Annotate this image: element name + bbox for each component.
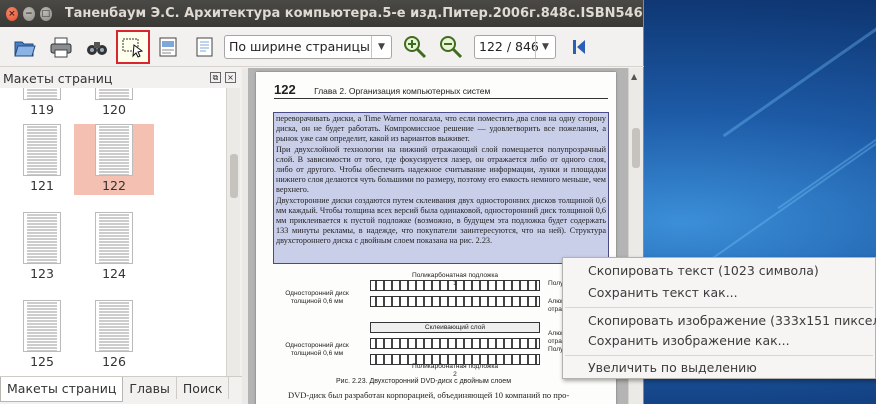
thumbnail-label: 123	[30, 266, 54, 281]
maximize-window-button[interactable]: □	[39, 6, 52, 21]
sidebar: Макеты страниц ⧉ × 119 120 121 122 123 1…	[0, 68, 242, 404]
zoom-out-button[interactable]	[434, 30, 468, 64]
float-panel-icon[interactable]: ⧉	[210, 72, 221, 83]
page-header: 122 Глава 2. Организация компьютерных си…	[274, 82, 490, 97]
menu-copy-image[interactable]: Скопировать изображение (333x151 пиксело…	[588, 313, 876, 328]
thumbnail-label: 122	[102, 178, 126, 193]
window-title: Таненбаум Э.С. Архитектура компьютера.5-…	[64, 6, 643, 21]
thumbnail-label: 120	[102, 102, 126, 117]
export-button[interactable]	[152, 30, 186, 64]
zoom-in-button[interactable]	[398, 30, 432, 64]
figure-caption: Рис. 2.23. Двухсторонний DVD-диск с двой…	[336, 378, 512, 385]
sidebar-scrollbar[interactable]	[226, 88, 240, 376]
thumbnail-label: 119	[30, 102, 54, 117]
sidebar-tabs: Макеты страниц Главы Поиск	[0, 376, 242, 404]
page-thumbnail[interactable]: 126	[74, 300, 154, 369]
menu-separator	[565, 307, 873, 308]
glue-label: Склеивающий слой	[424, 324, 486, 331]
page-layout-button[interactable]	[188, 30, 222, 64]
page-thumbnail[interactable]: 125	[2, 300, 82, 369]
page-thumbnail[interactable]: 120	[74, 88, 154, 117]
figure-dvd-structure: Поликарбонатная подложка 1 Склеивающий с…	[270, 272, 610, 378]
chevron-down-icon: ▼	[371, 35, 391, 58]
page-thumbnail[interactable]: 121	[2, 124, 82, 193]
title-bar: × − □ Таненбаум Э.С. Архитектура компьют…	[0, 0, 643, 27]
thumbnail-image	[23, 124, 61, 176]
menu-separator	[565, 355, 873, 356]
chapter-header: Глава 2. Организация компьютерных систем	[314, 86, 491, 96]
thumbnail-image	[95, 300, 133, 352]
find-icon	[87, 41, 107, 55]
thumbnail-label: 126	[102, 354, 126, 369]
menu-zoom-to-selection[interactable]: Увеличить по выделению	[588, 360, 757, 375]
thumbnail-image	[23, 88, 61, 100]
thumbnail-image	[95, 88, 133, 100]
thumbnail-label: 121	[30, 178, 54, 193]
page-thumbnail[interactable]: 123	[2, 212, 82, 281]
bottom-substrate-label: Поликарбонатная подложка 2	[411, 363, 499, 378]
sidebar-scroll-thumb[interactable]	[230, 154, 238, 198]
zoom-mode-value: По ширине страницы	[229, 39, 370, 54]
select-region-button[interactable]	[116, 29, 150, 64]
close-panel-icon[interactable]: ×	[225, 72, 236, 83]
tab-chapters[interactable]: Главы	[123, 377, 177, 399]
first-page-button[interactable]	[562, 30, 596, 64]
minimize-window-button[interactable]: −	[22, 6, 35, 21]
reflective-layer	[370, 296, 540, 307]
thumbnail-image	[23, 300, 61, 352]
toolbar: По ширине страницы ▼ 122 / 846 ▼	[0, 27, 644, 67]
side-label-top: Односторонний диск толщиной 0,6 мм	[285, 290, 349, 305]
tab-page-thumbnails[interactable]: Макеты страниц	[0, 377, 124, 402]
page-body-text: переворачивать диски, а Time Warner пола…	[276, 114, 606, 246]
print-button[interactable]	[44, 30, 78, 64]
page-thumbnail[interactable]: 119	[2, 88, 82, 117]
zoom-mode-select[interactable]: По ширине страницы ▼	[224, 34, 392, 59]
select-region-icon	[122, 38, 144, 58]
first-page-icon	[573, 39, 585, 54]
thumbnail-image	[95, 212, 133, 264]
wallpaper-streak	[722, 0, 876, 138]
menu-save-text[interactable]: Сохранить текст как...	[588, 285, 738, 300]
wallpaper-streak	[777, 92, 876, 210]
zoom-in-icon	[404, 35, 427, 58]
side-label-bottom: Односторонний диск толщиной 0,6 мм	[285, 342, 349, 357]
print-icon	[50, 37, 72, 57]
context-menu: Скопировать текст (1023 символа) Сохрани…	[562, 257, 876, 379]
export-icon	[159, 37, 177, 56]
menu-copy-text[interactable]: Скопировать текст (1023 символа)	[588, 263, 819, 278]
page-thumbnail[interactable]: 124	[74, 212, 154, 281]
page-footer-text: DVD-диск был разработан корпорацией, объ…	[288, 390, 570, 400]
page-number: 122	[274, 82, 296, 97]
scroll-up-icon[interactable]: ▲	[631, 72, 637, 81]
page-layout-icon	[196, 37, 213, 56]
open-button[interactable]	[8, 30, 42, 64]
reflective-layer	[370, 338, 540, 349]
sidebar-title: Макеты страниц	[3, 70, 113, 86]
top-substrate-label: Поликарбонатная подложка 1	[411, 272, 499, 287]
zoom-out-icon	[440, 35, 463, 58]
header-rule	[274, 98, 608, 99]
thumbnail-label: 124	[102, 266, 126, 281]
page-number-select[interactable]: 122 / 846 ▼	[474, 34, 556, 59]
thumbnail-image	[23, 212, 61, 264]
thumbnail-label: 125	[30, 354, 54, 369]
page-thumbnail-current[interactable]: 122	[74, 124, 154, 195]
chevron-down-icon: ▼	[535, 35, 555, 58]
page-indicator: 122 / 846	[479, 39, 539, 54]
menu-save-image[interactable]: Сохранить изображение как...	[588, 333, 790, 348]
open-icon	[14, 41, 36, 56]
document-scroll-thumb[interactable]	[632, 128, 640, 168]
djview-window: × − □ Таненбаум Э.С. Архитектура компьют…	[0, 0, 644, 404]
tab-search[interactable]: Поиск	[177, 377, 230, 399]
thumbnail-list[interactable]: 119 120 121 122 123 124 125 126	[0, 88, 226, 376]
sidebar-header: Макеты страниц ⧉ ×	[0, 68, 242, 88]
find-button[interactable]	[80, 30, 114, 64]
close-window-button[interactable]: ×	[6, 6, 18, 21]
thumbnail-image	[95, 124, 133, 176]
